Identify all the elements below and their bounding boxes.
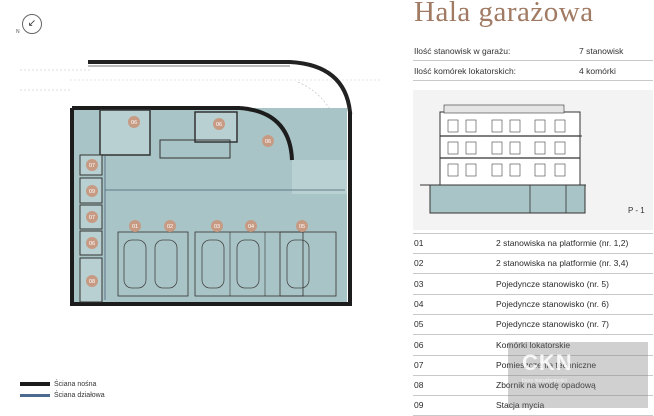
- summary-value: 7 stanowisk: [579, 46, 624, 56]
- legend-row: 01 2 stanowiska na platformie (nr. 1,2): [400, 233, 654, 253]
- summary-row: Ilość komórek lokatorskich: 4 komórki: [414, 66, 654, 76]
- watermark-subtitle: biuro nieruchomości: [522, 378, 567, 384]
- legend-description: 2 stanowiska na platformie (nr. 3,4): [496, 258, 629, 269]
- plan-pin-09: 09: [89, 189, 95, 195]
- legend-number: 02: [414, 258, 424, 269]
- plan-pin-06: 06: [131, 120, 137, 126]
- legend-description: Pojedyncze stanowisko (nr. 6): [496, 298, 609, 309]
- legend-number: 03: [414, 278, 424, 289]
- legend-number: 07: [414, 359, 424, 370]
- legend-row: 02 2 stanowiska na platformie (nr. 3,4): [400, 253, 654, 273]
- legend-number: 04: [414, 298, 424, 309]
- plan-pin-07: 07: [89, 163, 95, 169]
- partition-wall-legend: Ściana działowa: [20, 392, 105, 399]
- floor-plan-drawing: 06 06 06 07 09 07 06 08 01 02 03 04 05: [20, 60, 380, 306]
- level-code: P - 1: [628, 206, 645, 215]
- legend-description: Pojedyncze stanowisko (nr. 7): [496, 319, 609, 330]
- legend-row: 03 Pojedyncze stanowisko (nr. 5): [400, 274, 654, 294]
- plan-pin-04: 04: [248, 224, 254, 230]
- bearing-wall-label: Ściana nośna: [54, 381, 97, 388]
- watermark-logo: CKN: [522, 350, 573, 375]
- plan-pin-03: 03: [214, 224, 220, 230]
- plan-pin-06: 06: [89, 241, 95, 247]
- summary-label: Ilość komórek lokatorskich:: [414, 66, 517, 76]
- summary-row: Ilość stanowisk w garażu: 7 stanowisk: [414, 46, 654, 56]
- legend-number: 01: [414, 238, 424, 248]
- plan-pin-01: 01: [132, 224, 138, 230]
- bearing-wall-legend: Ściana nośna: [20, 381, 96, 388]
- partition-wall-swatch: [20, 393, 50, 397]
- plan-pin-08: 08: [89, 279, 95, 285]
- legend-number: 08: [414, 380, 424, 391]
- plan-pin-06: 06: [216, 122, 222, 128]
- floor-plan-panel: ↙ N 06 06 06 07 09 07 06 08 01 02 03 04 …: [0, 0, 400, 415]
- plan-pin-06: 06: [265, 139, 271, 145]
- legend-number: 05: [414, 319, 424, 330]
- building-elevation: [413, 90, 653, 230]
- bearing-wall-swatch: [20, 382, 50, 387]
- partition-wall-label: Ściana działowa: [54, 392, 105, 399]
- divider: [413, 80, 653, 81]
- plan-pin-02: 02: [167, 224, 173, 230]
- legend-number: 06: [414, 339, 424, 350]
- plan-pin-07: 07: [89, 215, 95, 221]
- watermark: CKN biuro nieruchomości: [508, 342, 648, 408]
- legend-description: Pojedyncze stanowisko (nr. 5): [496, 278, 609, 289]
- divider: [413, 60, 653, 61]
- summary-value: 4 komórki: [579, 66, 616, 76]
- legend-row: 05 Pojedyncze stanowisko (nr. 7): [400, 314, 654, 334]
- summary-label: Ilość stanowisk w garażu:: [414, 46, 511, 56]
- legend-number: 09: [414, 400, 424, 411]
- legend-row: 04 Pojedyncze stanowisko (nr. 6): [400, 294, 654, 314]
- legend-description: 2 stanowiska na platformie (nr. 1,2): [496, 238, 629, 248]
- page-title: Hala garażowa: [414, 0, 594, 28]
- plan-pin-05: 05: [299, 224, 305, 230]
